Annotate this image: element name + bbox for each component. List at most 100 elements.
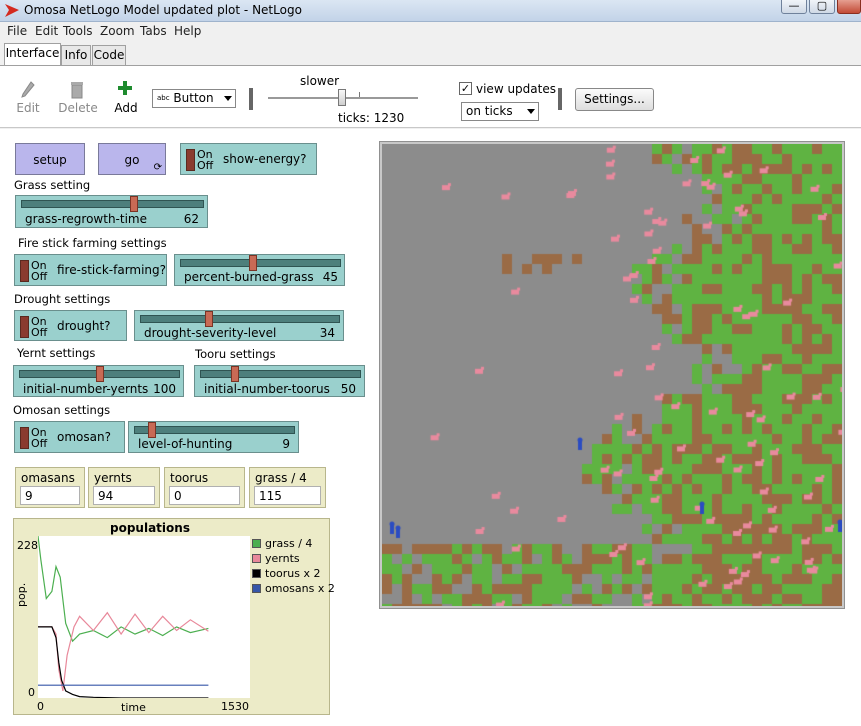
slider-track [134, 426, 295, 434]
legend-item: toorus x 2 [252, 567, 330, 582]
edit-button[interactable]: Edit [10, 101, 46, 115]
legend-swatch [252, 539, 261, 548]
slider-handle[interactable] [147, 422, 156, 438]
slider-handle[interactable] [230, 366, 239, 382]
world-view[interactable] [382, 144, 842, 606]
slider-label: initial-number-yernts [23, 382, 149, 396]
slider-label: percent-burned-grass [184, 270, 314, 284]
add-button[interactable]: Add [110, 101, 142, 115]
delete-button[interactable]: Delete [56, 101, 100, 115]
slider-handle[interactable] [129, 196, 138, 212]
slider-value: 62 [183, 212, 199, 226]
switch-label: fire-stick-farming? [57, 263, 167, 277]
monitor-omasans: omasans 9 [15, 467, 85, 508]
slider-track [200, 370, 361, 378]
plot-ylabel: pop. [15, 582, 28, 607]
menu-edit[interactable]: Edit [35, 24, 58, 38]
toolbar-separator [249, 88, 253, 110]
legend-item: omosans x 2 [252, 582, 335, 597]
settings-button[interactable]: Settings... [575, 88, 654, 111]
view-updates-checkbox[interactable]: ✓ [459, 82, 472, 95]
minimize-button[interactable]: — [781, 0, 807, 14]
monitor-yernts: yernts 94 [88, 467, 160, 508]
legend-swatch [252, 569, 261, 578]
slider-handle[interactable] [95, 366, 104, 382]
tooru-note: Tooru settings [195, 347, 276, 361]
plot-background [38, 536, 250, 698]
window-title: Omosa NetLogo Model updated plot - NetLo… [24, 3, 302, 17]
speed-slider-handle[interactable] [338, 89, 346, 106]
speed-tick [359, 92, 360, 97]
update-mode-select[interactable]: on ticks [461, 102, 539, 121]
switch-knob [20, 260, 29, 282]
initial-toorus-slider[interactable]: initial-number-toorus 50 [194, 365, 365, 397]
slider-track [140, 315, 340, 323]
switch-knob [20, 427, 29, 449]
drought-severity-slider[interactable]: drought-severity-level 34 [134, 310, 344, 341]
slider-value: 50 [340, 382, 356, 396]
menu-zoom[interactable]: Zoom [100, 24, 135, 38]
slider-label: grass-regrowth-time [25, 212, 147, 226]
tab-interface[interactable]: Interface [4, 43, 61, 66]
menu-tools[interactable]: Tools [63, 24, 93, 38]
drought-note: Drought settings [14, 292, 111, 306]
plot-area [38, 536, 250, 698]
ticks-counter: ticks: 1230 [338, 111, 405, 125]
show-energy-switch[interactable]: On Off show-energy? [180, 143, 317, 175]
legend-item: yernts [252, 552, 330, 567]
drought-switch[interactable]: On Off drought? [14, 310, 127, 341]
forever-icon: ⟳ [153, 162, 162, 173]
slider-value: 45 [322, 270, 338, 284]
fire-stick-farming-switch[interactable]: On Off fire-stick-farming? [14, 254, 167, 286]
go-button[interactable]: go ⟳ [98, 143, 166, 175]
switch-knob [20, 316, 29, 338]
plot-ymin: 0 [28, 686, 35, 699]
maximize-button[interactable]: ▢ [809, 0, 835, 14]
monitor-grass: grass / 4 115 [249, 467, 326, 508]
slider-value: 34 [319, 326, 335, 340]
slider-label: drought-severity-level [144, 326, 277, 340]
grass-regrowth-slider[interactable]: grass-regrowth-time 62 [15, 195, 208, 228]
monitor-toorus: toorus 0 [164, 467, 245, 508]
legend-swatch [252, 554, 261, 563]
toolbar [0, 66, 861, 128]
tab-info[interactable]: Info [61, 45, 91, 65]
trash-icon [71, 82, 83, 99]
slider-handle[interactable] [248, 255, 257, 271]
initial-yernts-slider[interactable]: initial-number-yernts 100 [13, 365, 184, 397]
slider-track [180, 259, 341, 267]
plot-xmin: 0 [37, 700, 44, 713]
yernt-note: Yernt settings [17, 346, 96, 360]
setup-button[interactable]: setup [15, 143, 85, 175]
menu-file[interactable]: File [7, 24, 27, 38]
tab-code[interactable]: Code [92, 45, 126, 65]
chevron-down-icon [527, 109, 535, 114]
speed-label: slower [300, 74, 340, 88]
button-widget-icon: abc [157, 94, 170, 102]
percent-burned-slider[interactable]: percent-burned-grass 45 [174, 254, 345, 286]
add-icon [118, 81, 132, 95]
legend-item: grass / 4 [252, 537, 330, 552]
omosan-switch[interactable]: On Off omosan? [14, 421, 125, 453]
slider-handle[interactable] [205, 311, 214, 327]
omosan-note: Omosan settings [13, 403, 111, 417]
pencil-icon [21, 81, 35, 98]
plot-ymax: 228 [17, 539, 38, 552]
switch-label: drought? [57, 319, 111, 333]
slider-label: level-of-hunting [138, 437, 233, 451]
menu-help[interactable]: Help [174, 24, 201, 38]
slider-label: initial-number-toorus [204, 382, 330, 396]
netlogo-logo-icon [5, 4, 19, 17]
world-view-frame [379, 141, 845, 609]
switch-knob [186, 149, 195, 171]
level-of-hunting-slider[interactable]: level-of-hunting 9 [128, 421, 299, 453]
slider-track [21, 200, 204, 208]
populations-plot: populations 228 0 0 1530 time pop. grass… [13, 518, 335, 715]
legend-swatch [252, 584, 261, 593]
menu-tabs[interactable]: Tabs [140, 24, 167, 38]
widget-type-select[interactable]: abc Button [152, 89, 236, 108]
view-updates-label: view updates [476, 82, 556, 96]
slider-value: 9 [282, 437, 290, 451]
plot-xmax: 1530 [221, 700, 249, 713]
close-window-button[interactable] [837, 0, 861, 14]
